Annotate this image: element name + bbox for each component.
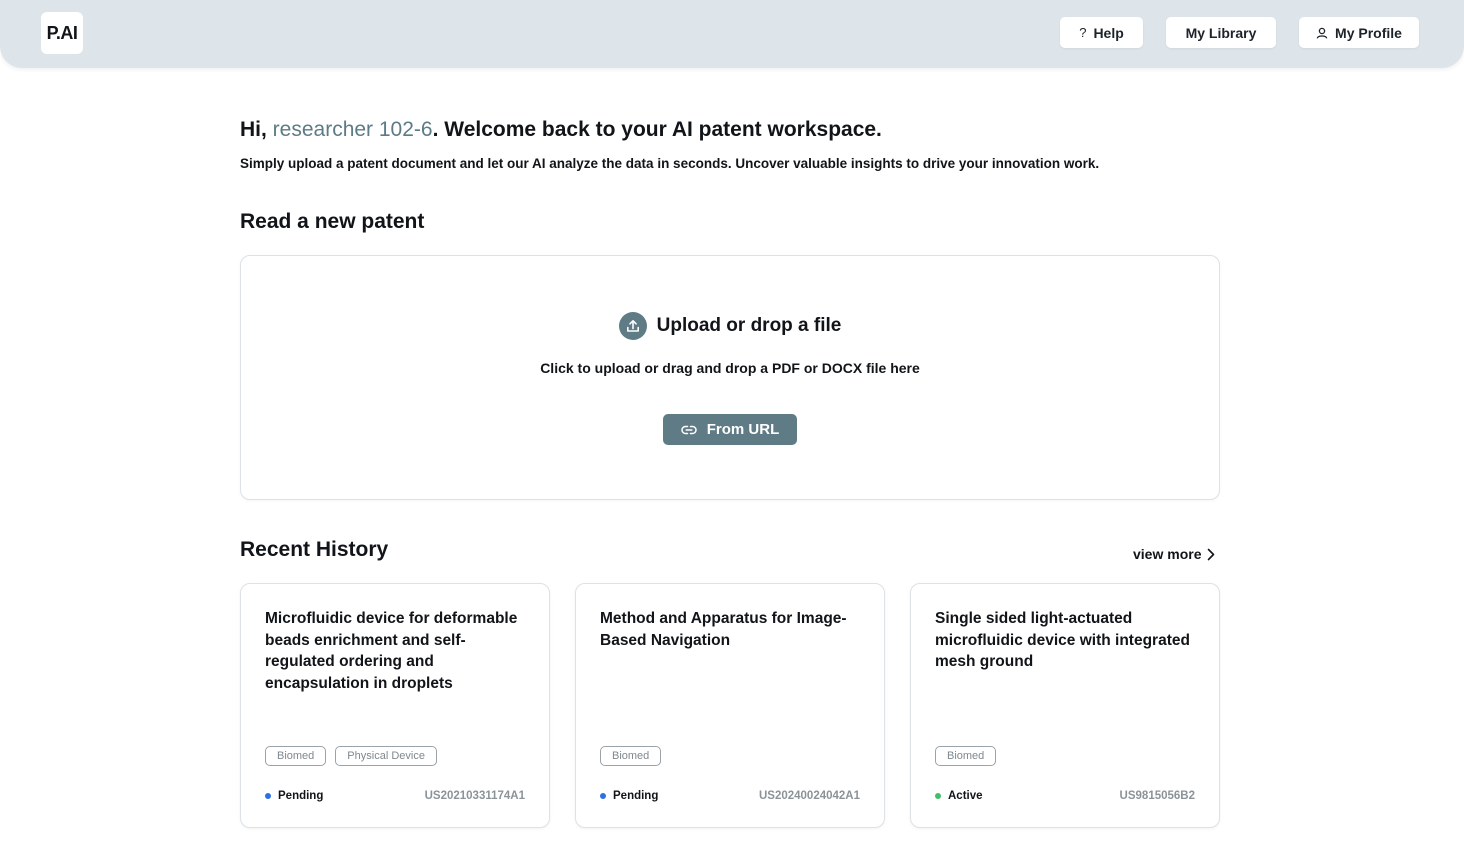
- user-icon: [1316, 27, 1328, 39]
- tag-badge: Biomed: [600, 746, 662, 766]
- my-library-label: My Library: [1185, 24, 1257, 41]
- card-tags: Biomed Physical Device: [265, 746, 437, 766]
- my-profile-label: My Profile: [1335, 24, 1402, 41]
- tag-badge: Biomed: [935, 746, 997, 766]
- recent-history-title: Recent History: [240, 538, 389, 561]
- history-card[interactable]: Single sided light-actuated microfluidic…: [910, 583, 1220, 828]
- from-url-button[interactable]: From URL: [663, 414, 797, 445]
- card-title: Method and Apparatus for Image-Based Nav…: [600, 610, 847, 649]
- card-title: Microfluidic device for deformable beads…: [265, 610, 518, 692]
- my-library-button[interactable]: My Library: [1166, 17, 1276, 48]
- upload-title: Upload or drop a file: [656, 315, 842, 336]
- status-label: Pending: [278, 790, 324, 802]
- my-profile-button[interactable]: My Profile: [1299, 17, 1419, 48]
- username: researcher 102-6: [272, 118, 433, 141]
- help-button-label: Help: [1093, 24, 1124, 41]
- status-badge: Active: [935, 790, 983, 802]
- status-label: Pending: [613, 790, 659, 802]
- read-new-patent-title: Read a new patent: [240, 210, 425, 233]
- status-badge: Pending: [600, 790, 658, 802]
- upload-header: Upload or drop a file: [241, 312, 1219, 340]
- upload-dropzone[interactable]: Upload or drop a file Click to upload or…: [240, 255, 1220, 500]
- status-dot-icon: [600, 793, 606, 799]
- card-tags: Biomed: [600, 746, 662, 766]
- card-title: Single sided light-actuated microfluidic…: [935, 610, 1190, 670]
- greeting-suffix: . Welcome back to your AI patent workspa…: [432, 118, 882, 141]
- patent-number: US20210331174A1: [424, 790, 525, 802]
- history-card[interactable]: Method and Apparatus for Image-Based Nav…: [575, 583, 885, 828]
- card-tags: Biomed: [935, 746, 997, 766]
- patent-number: US20240024042A1: [758, 790, 860, 802]
- tag-badge: Biomed: [265, 746, 327, 766]
- upload-description: Click to upload or drag and drop a PDF o…: [540, 360, 920, 376]
- welcome-subtitle: Simply upload a patent document and let …: [240, 156, 1100, 171]
- patent-number: US9815056B2: [1119, 790, 1195, 802]
- greeting-prefix: Hi,: [240, 118, 273, 141]
- upload-icon: [618, 312, 647, 340]
- link-icon: [681, 425, 697, 435]
- status-dot-icon: [265, 793, 271, 799]
- view-more-link[interactable]: view more: [1133, 546, 1215, 562]
- welcome-heading: Hi, researcher 102-6. Welcome back to yo…: [240, 118, 882, 142]
- tag-badge: Physical Device: [335, 746, 437, 766]
- chevron-right-icon: [1207, 548, 1215, 561]
- card-footer: Pending US20240024042A1: [600, 790, 860, 802]
- history-card[interactable]: Microfluidic device for deformable beads…: [240, 583, 550, 828]
- status-dot-icon: [935, 793, 941, 799]
- status-label: Active: [948, 790, 983, 802]
- top-header: P.AI ? Help My Library My Profile: [0, 0, 1464, 68]
- card-footer: Pending US20210331174A1: [265, 790, 525, 802]
- help-button[interactable]: ? Help: [1060, 17, 1143, 48]
- status-badge: Pending: [265, 790, 323, 802]
- question-icon: ?: [1079, 25, 1087, 40]
- from-url-label: From URL: [706, 421, 780, 438]
- app-logo[interactable]: P.AI: [41, 12, 83, 54]
- card-footer: Active US9815056B2: [935, 790, 1195, 802]
- view-more-label: view more: [1133, 546, 1202, 562]
